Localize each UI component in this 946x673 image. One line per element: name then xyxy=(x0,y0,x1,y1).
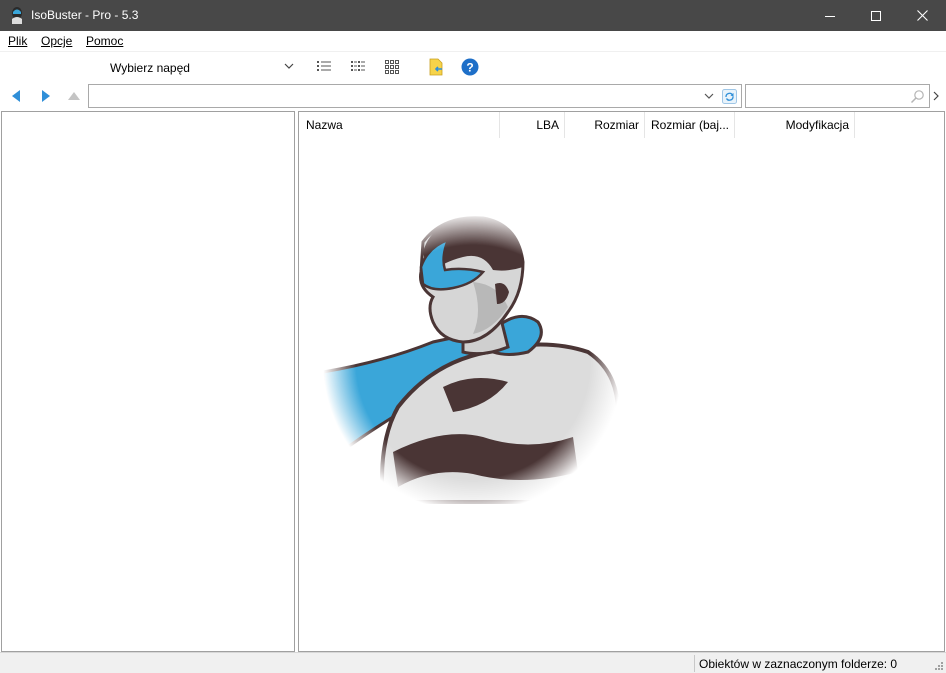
column-header-rozmiar-bajty[interactable]: Rozmiar (baj... xyxy=(645,112,735,138)
file-list-pane[interactable]: Nazwa LBA Rozmiar Rozmiar (baj... Modyfi… xyxy=(298,111,945,652)
help-icon[interactable]: ? xyxy=(461,58,479,76)
chevron-down-icon xyxy=(284,63,294,69)
path-dropdown-icon[interactable] xyxy=(704,92,714,100)
close-icon xyxy=(916,10,928,21)
maximize-icon xyxy=(871,10,881,21)
forward-arrow-icon[interactable] xyxy=(37,88,53,104)
menu-bar: Plik Opcje Pomoc xyxy=(0,31,946,51)
folder-tree-pane[interactable] xyxy=(1,111,295,652)
toolbar: Wybierz napęd ? xyxy=(0,51,946,82)
column-header-lba[interactable]: LBA xyxy=(500,112,565,138)
status-objects-count: Obiektów w zaznaczonym folderze: 0 xyxy=(699,657,898,671)
resize-grip-icon[interactable] xyxy=(934,661,944,671)
back-arrow-icon[interactable] xyxy=(9,88,25,104)
drive-select-value: Wybierz napęd xyxy=(110,61,190,75)
svg-text:?: ? xyxy=(466,61,473,75)
chevron-right-icon[interactable] xyxy=(933,91,939,101)
search-input[interactable] xyxy=(745,84,930,108)
column-headers: Nazwa LBA Rozmiar Rozmiar (baj... Modyfi… xyxy=(299,112,944,138)
refresh-icon[interactable] xyxy=(722,89,737,104)
isobuster-mascot-logo xyxy=(323,216,621,504)
status-separator xyxy=(694,655,695,672)
isobuster-app-icon[interactable] xyxy=(9,6,25,24)
status-bar: Obiektów w zaznaczonym folderze: 0 xyxy=(0,652,946,673)
window-title: IsoBuster - Pro - 5.3 xyxy=(31,8,139,22)
search-icon[interactable] xyxy=(910,89,925,104)
drive-select[interactable]: Wybierz napęd xyxy=(102,55,298,79)
column-header-rozmiar[interactable]: Rozmiar xyxy=(565,112,645,138)
detail-view-icon[interactable] xyxy=(349,58,367,76)
close-button[interactable] xyxy=(899,0,945,31)
title-bar: IsoBuster - Pro - 5.3 xyxy=(0,0,946,31)
path-input[interactable] xyxy=(88,84,742,108)
column-header-modyfikacja[interactable]: Modyfikacja xyxy=(735,112,855,138)
column-header-nazwa[interactable]: Nazwa xyxy=(299,112,500,138)
extract-icon[interactable] xyxy=(427,58,445,76)
menu-opcje[interactable]: Opcje xyxy=(41,34,72,48)
tile-view-icon[interactable] xyxy=(383,58,401,76)
list-view-icon[interactable] xyxy=(315,58,333,76)
minimize-icon xyxy=(825,15,835,17)
minimize-button[interactable] xyxy=(807,0,853,31)
menu-pomoc[interactable]: Pomoc xyxy=(86,34,123,48)
maximize-button[interactable] xyxy=(853,0,899,31)
menu-plik[interactable]: Plik xyxy=(8,34,27,48)
address-bar xyxy=(0,82,946,110)
up-arrow-icon[interactable] xyxy=(66,88,82,104)
